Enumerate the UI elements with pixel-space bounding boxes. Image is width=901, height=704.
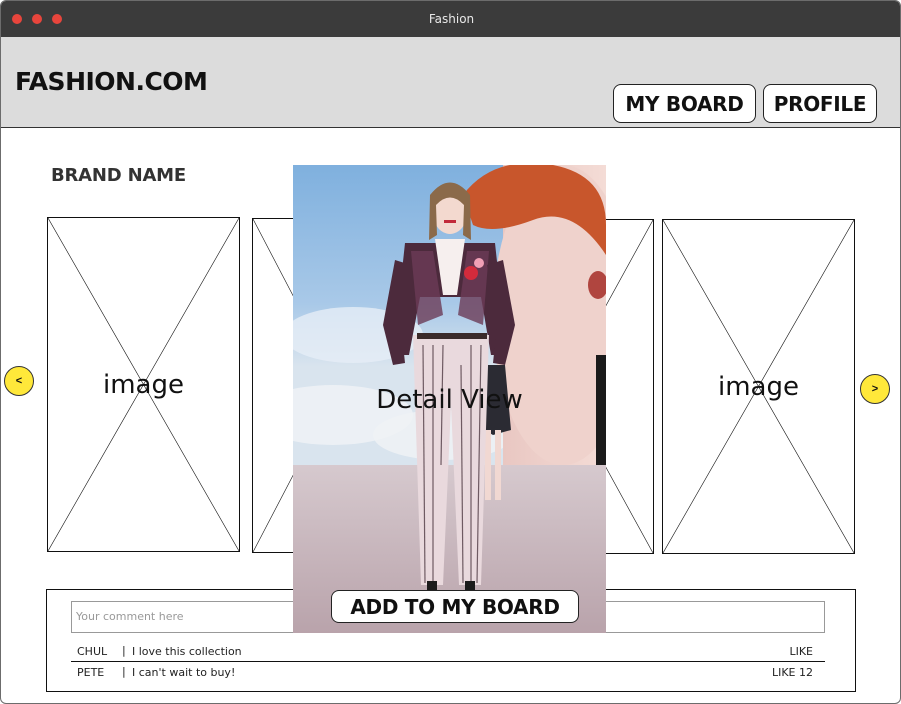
add-to-board-button[interactable]: ADD TO MY BOARD <box>331 590 579 623</box>
comment-user: CHUL <box>77 645 108 658</box>
detail-view-overlay[interactable]: Detail View ADD TO MY BOARD <box>293 165 606 633</box>
like-button[interactable]: LIKE <box>789 645 813 658</box>
comment-separator: | <box>122 665 126 678</box>
comment-text: I can't wait to buy! <box>132 666 236 679</box>
detail-view-label: Detail View <box>376 385 523 415</box>
image-placeholder[interactable]: image <box>47 217 240 552</box>
window-title: Fashion <box>428 12 475 26</box>
carousel-prev-button[interactable]: < <box>4 366 34 396</box>
my-board-button[interactable]: MY BOARD <box>613 84 756 123</box>
like-button[interactable]: LIKE 12 <box>772 666 813 679</box>
comment-row: PETE | I can't wait to buy! LIKE 12 <box>71 663 825 683</box>
image-placeholder-label: image <box>103 369 184 400</box>
image-placeholder[interactable]: image <box>662 219 855 554</box>
comment-separator: | <box>122 644 126 657</box>
site-logo[interactable]: FASHION.COM <box>15 67 208 96</box>
comment-user: PETE <box>77 666 105 679</box>
app-window: Fashion FASHION.COM MY BOARD PROFILE BRA… <box>0 0 901 704</box>
comment-text: I love this collection <box>132 645 242 658</box>
profile-button[interactable]: PROFILE <box>763 84 877 123</box>
comment-row: CHUL | I love this collection LIKE <box>71 642 825 662</box>
image-placeholder-label: image <box>718 371 799 402</box>
site-header: FASHION.COM MY BOARD PROFILE <box>1 37 900 128</box>
brand-name-heading: BRAND NAME <box>51 165 186 186</box>
title-bar: Fashion <box>1 1 900 37</box>
carousel-next-button[interactable]: > <box>860 374 890 404</box>
